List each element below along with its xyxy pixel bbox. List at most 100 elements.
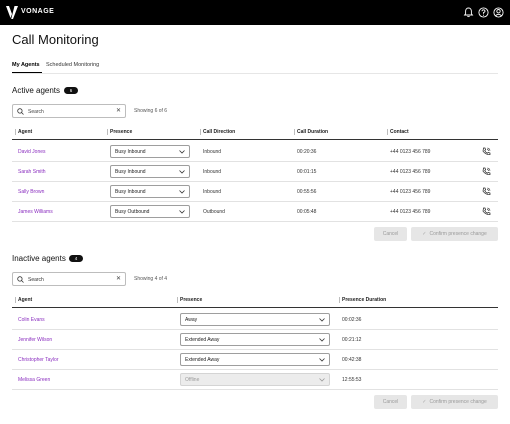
agent-name-link[interactable]: Sally Brown [18, 189, 44, 195]
page-title: Call Monitoring [12, 32, 99, 47]
column-header-agent[interactable]: Agent [18, 129, 32, 135]
search-icon [17, 276, 24, 283]
bell-icon[interactable] [463, 7, 474, 18]
agent-name-link[interactable]: Colin Evans [18, 317, 45, 323]
call-duration: 00:20:36 [297, 149, 317, 155]
contact-number: +44 0123 456 789 [390, 169, 431, 175]
column-header-call-direction[interactable]: Call Direction [203, 129, 235, 135]
column-divider [177, 297, 178, 303]
chevron-down-icon [319, 318, 325, 322]
column-divider [200, 129, 201, 135]
call-direction: Outbound [203, 209, 225, 215]
inactive-showing-count: Showing 4 of 4 [134, 276, 168, 282]
agent-name-link[interactable]: David Jones [18, 149, 46, 155]
presence-duration: 12:55:53 [342, 377, 362, 383]
inactive-search-box: ✕ [12, 272, 126, 286]
call-duration: 00:55:56 [297, 189, 317, 195]
active-confirm-presence-button[interactable]: ✓ Confirm presence change [411, 227, 498, 241]
chevron-down-icon [179, 210, 185, 214]
tab-scheduled-monitoring[interactable]: Scheduled Monitoring [46, 62, 99, 68]
listen-in-call-icon[interactable] [482, 187, 491, 196]
column-header-agent[interactable]: Agent [18, 297, 32, 303]
call-direction: Inbound [203, 149, 222, 155]
chevron-down-icon [319, 358, 325, 362]
user-icon[interactable] [493, 7, 504, 18]
active-search-input[interactable] [28, 107, 113, 116]
presence-select[interactable]: Busy Inbound [110, 165, 190, 178]
call-duration: 00:05:48 [297, 209, 317, 215]
active-table-header: Agent Presence Call Direction Call Durat… [12, 127, 498, 140]
presence-value: Extended Away [185, 357, 220, 363]
tab-my-agents[interactable]: My Agents [12, 62, 40, 68]
active-agents-title: Active agents [12, 86, 61, 95]
presence-select[interactable]: Busy Outbound [110, 205, 190, 218]
presence-duration: 00:42:38 [342, 357, 362, 363]
presence-select[interactable]: Busy Inbound [110, 145, 190, 158]
active-showing-count: Showing 6 of 6 [134, 108, 168, 114]
presence-select: Offline [180, 373, 330, 386]
presence-value: Offline [185, 377, 200, 383]
agent-name-link[interactable]: Christopher Taylor [18, 357, 58, 363]
chevron-down-icon [319, 378, 325, 382]
inactive-cancel-button[interactable]: Cancel [374, 395, 407, 409]
column-divider [387, 129, 388, 135]
presence-value: Busy Inbound [115, 169, 146, 175]
check-icon: ✓ [422, 399, 427, 405]
presence-value: Away [185, 317, 198, 323]
column-divider [107, 129, 108, 135]
call-direction: Inbound [203, 169, 222, 175]
chevron-down-icon [179, 170, 185, 174]
active-agents-count-badge: 6 [64, 87, 78, 94]
table-row: Sarah Smith Busy Inbound Inbound 00:01:1… [12, 162, 498, 182]
presence-select[interactable]: Extended Away [180, 353, 330, 366]
inactive-agents-title: Inactive agents [12, 254, 66, 263]
column-divider [339, 297, 340, 303]
presence-value: Busy Inbound [115, 149, 146, 155]
inactive-agents-count-badge: 4 [69, 255, 83, 262]
presence-duration: 00:21:12 [342, 337, 362, 343]
active-cancel-button[interactable]: Cancel [374, 227, 407, 241]
contact-number: +44 0123 456 789 [390, 149, 431, 155]
chevron-down-icon [179, 190, 185, 194]
call-duration: 00:01:15 [297, 169, 317, 175]
presence-value: Busy Inbound [115, 189, 146, 195]
table-row: Sally Brown Busy Inbound Inbound 00:55:5… [12, 182, 498, 202]
column-header-presence[interactable]: Presence [110, 129, 132, 135]
call-direction: Inbound [203, 189, 222, 195]
active-search-box: ✕ [12, 104, 126, 118]
column-header-contact[interactable]: Contact [390, 129, 409, 135]
presence-select[interactable]: Extended Away [180, 333, 330, 346]
column-header-presence-duration[interactable]: Presence Duration [342, 297, 386, 303]
search-icon [17, 108, 24, 115]
listen-in-call-icon[interactable] [482, 167, 491, 176]
inactive-confirm-presence-button[interactable]: ✓ Confirm presence change [411, 395, 498, 409]
contact-number: +44 0123 456 789 [390, 189, 431, 195]
vonage-logo [6, 6, 18, 19]
column-header-presence[interactable]: Presence [180, 297, 202, 303]
agent-name-link[interactable]: Jennifer Wilson [18, 337, 52, 343]
agent-name-link[interactable]: Sarah Smith [18, 169, 46, 175]
table-row: David Jones Busy Inbound Inbound 00:20:3… [12, 142, 498, 162]
clear-icon[interactable]: ✕ [116, 275, 121, 282]
brand-name: VONAGE [21, 8, 55, 15]
presence-value: Busy Outbound [115, 209, 150, 215]
column-divider [294, 129, 295, 135]
listen-in-call-icon[interactable] [482, 147, 491, 156]
listen-in-call-icon[interactable] [482, 207, 491, 216]
inactive-search-input[interactable] [28, 275, 113, 284]
contact-number: +44 0123 456 789 [390, 209, 431, 215]
top-bar: VONAGE [0, 0, 510, 25]
column-divider [15, 129, 16, 135]
agent-name-link[interactable]: Melissa Green [18, 377, 50, 383]
clear-icon[interactable]: ✕ [116, 107, 121, 114]
column-header-call-duration[interactable]: Call Duration [297, 129, 328, 135]
inactive-table-header: Agent Presence Presence Duration [12, 295, 498, 308]
presence-value: Extended Away [185, 337, 220, 343]
table-row: James Williams Busy Outbound Outbound 00… [12, 202, 498, 222]
table-row: Jennifer Wilson Extended Away 00:21:12 [12, 330, 498, 350]
presence-select[interactable]: Busy Inbound [110, 185, 190, 198]
table-row: Melissa Green Offline 12:55:53 [12, 370, 498, 390]
help-icon[interactable] [478, 7, 489, 18]
presence-select[interactable]: Away [180, 313, 330, 326]
agent-name-link[interactable]: James Williams [18, 209, 53, 215]
